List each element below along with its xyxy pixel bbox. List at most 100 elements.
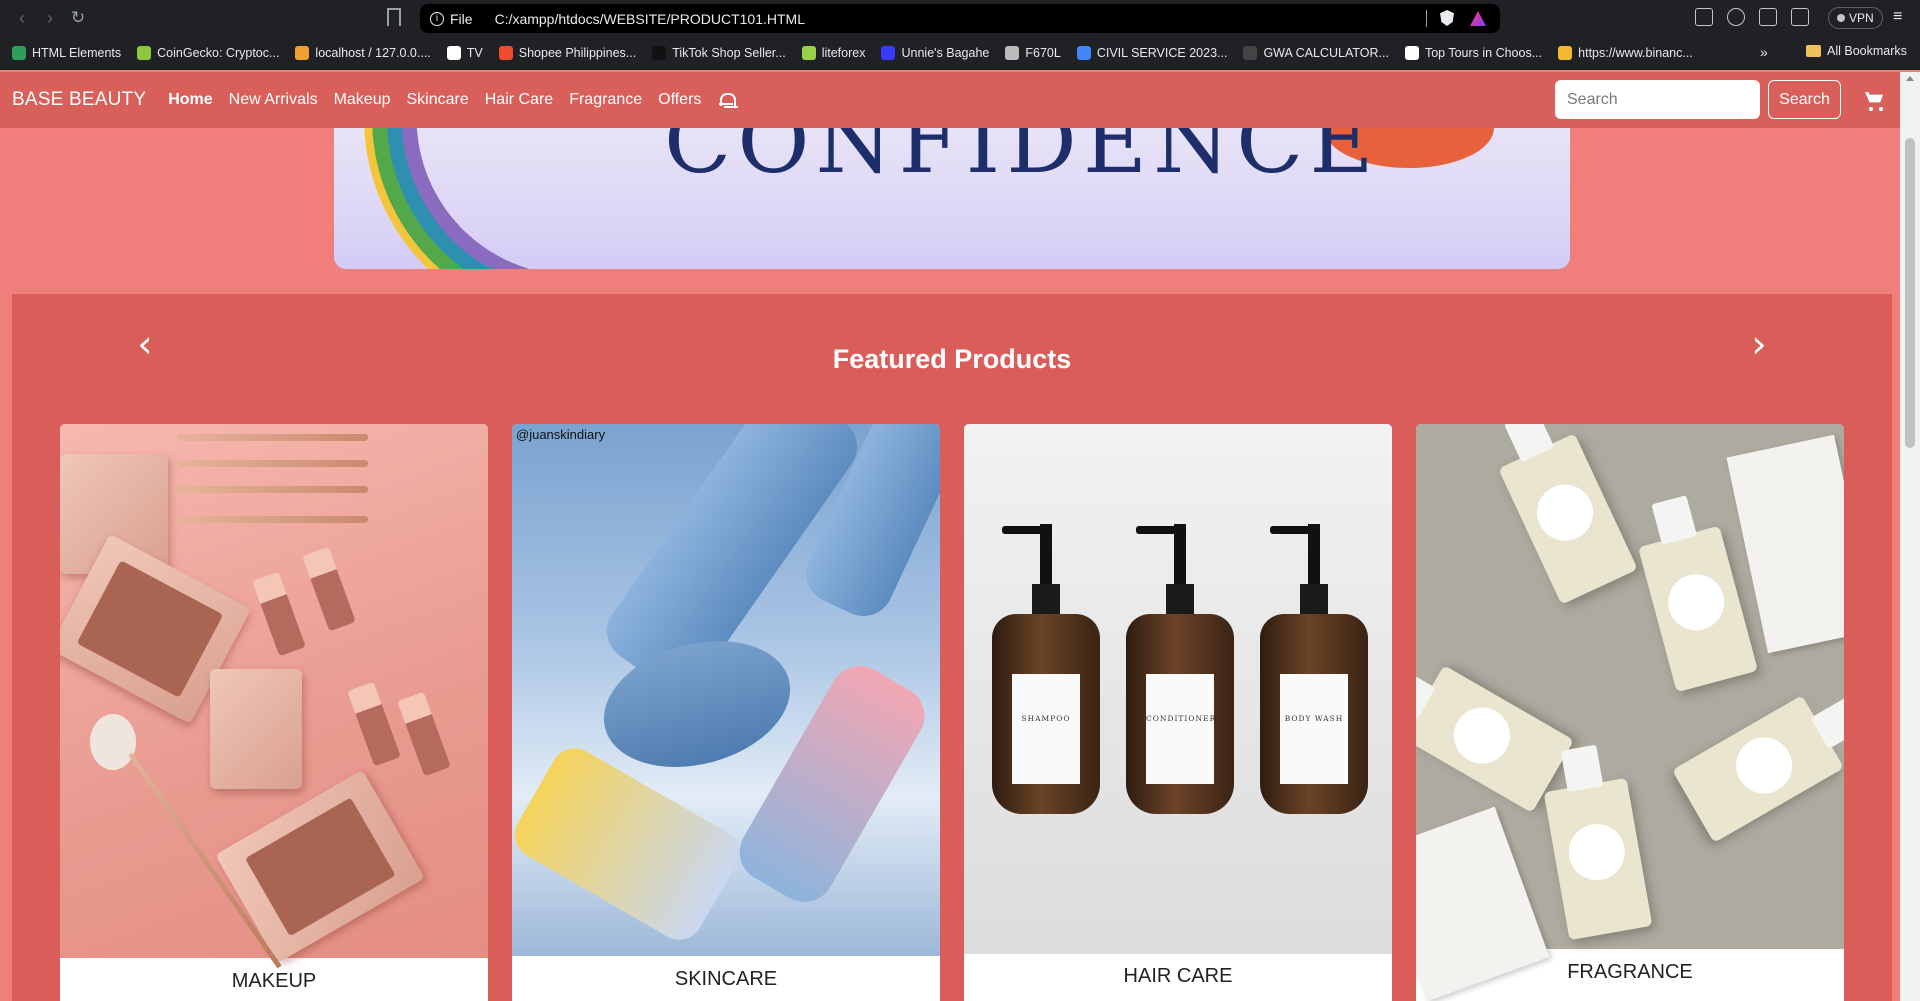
address-bar[interactable]: i File C:/xampp/htdocs/WEBSITE/PRODUCT10… (420, 4, 1500, 33)
extension-icons (1695, 8, 1809, 26)
bookmark-item[interactable]: Top Tours in Choos... (1404, 46, 1543, 60)
bookmark-label: TV (466, 46, 483, 60)
makeup-label[interactable]: MAKEUP (60, 970, 488, 993)
bookmark-label: GWA CALCULATOR... (1263, 46, 1389, 60)
bookmark-item[interactable]: localhost / 127.0.0.... (295, 46, 431, 60)
product-card-fragrance[interactable]: FRAGRANCE (1416, 424, 1844, 1001)
hair-care-image[interactable]: SHAMPOO CONDITIONER BODY WASH (964, 424, 1392, 954)
skincare-watermark: @juanskindiary (516, 427, 606, 442)
bookmark-favicon-icon (881, 46, 896, 60)
nav-new-arrivals[interactable]: New Arrivals (221, 91, 326, 109)
product-card-hair-care[interactable]: SHAMPOO CONDITIONER BODY WASH HAIR CARE (964, 424, 1392, 1001)
cart-icon[interactable] (1865, 92, 1883, 103)
folder-icon (1806, 45, 1821, 57)
brand-logo[interactable]: BASE BEAUTY (12, 89, 146, 111)
media-icon[interactable] (1727, 8, 1745, 26)
bookmark-label: CIVIL SERVICE 2023... (1096, 46, 1228, 60)
bookmark-item[interactable]: Unnie's Bagahe (881, 46, 989, 60)
vpn-icon (1837, 14, 1845, 22)
hero-headline: CONFIDENCE (664, 128, 1380, 193)
bookmark-favicon-icon (137, 46, 152, 60)
bookmark-item[interactable]: TV (446, 46, 483, 60)
nav-fragrance[interactable]: Fragrance (561, 91, 650, 109)
bookmark-item[interactable]: CIVIL SERVICE 2023... (1076, 46, 1228, 60)
bookmark-label: Top Tours in Choos... (1424, 46, 1543, 60)
makeup-image[interactable] (60, 424, 488, 969)
brave-rewards-icon[interactable] (1470, 11, 1486, 26)
fragrance-image[interactable] (1416, 424, 1844, 1001)
bookmark-item[interactable]: liteforex (801, 46, 866, 60)
bookmark-label: TikTok Shop Seller... (672, 46, 786, 60)
forward-icon[interactable]: › (36, 4, 64, 32)
bookmark-favicon-icon (1005, 46, 1020, 60)
bookmark-favicon-icon (801, 46, 816, 60)
site-info[interactable]: i File (430, 11, 473, 27)
bookmark-item[interactable]: TikTok Shop Seller... (652, 46, 786, 60)
extensions-icon[interactable] (1695, 8, 1713, 26)
browser-toolbar: ‹ › ↻ i File C:/xampp/htdocs/WEBSITE/PRO… (0, 0, 1920, 36)
page-scrollbar[interactable] (1900, 72, 1920, 1001)
bookmark-favicon-icon (1558, 46, 1573, 60)
bookmark-label: https://www.binanc... (1578, 46, 1693, 60)
bookmark-favicon-icon (498, 46, 513, 60)
bookmark-favicon-icon (12, 46, 26, 60)
cart-wheels (1869, 107, 1883, 111)
hair-care-label[interactable]: HAIR CARE (964, 965, 1392, 988)
all-bookmarks-button[interactable]: All Bookmarks (1806, 44, 1907, 58)
brave-shield-icon[interactable] (1440, 10, 1454, 26)
featured-products-section: ‹ › Featured Products MAKEUP @juanskindi… (12, 294, 1892, 1001)
nav-makeup[interactable]: Makeup (326, 91, 399, 109)
more-bookmarks-icon[interactable]: » (1760, 44, 1768, 60)
nav-links: Home New Arrivals Makeup Skincare Hair C… (160, 91, 709, 109)
nav-offers[interactable]: Offers (650, 91, 709, 109)
sidebar-icon[interactable] (1759, 8, 1777, 26)
bookmark-favicon-icon (295, 46, 310, 60)
bookmark-item[interactable]: HTML Elements (12, 46, 121, 60)
bookmark-favicon-icon (1243, 46, 1258, 60)
bookmark-page-icon[interactable] (387, 8, 401, 26)
hero-banner: CONFIDENCE (334, 128, 1570, 269)
bell-icon[interactable] (719, 92, 737, 108)
reload-icon[interactable]: ↻ (64, 4, 92, 32)
product-card-skincare[interactable]: @juanskindiary SKINCARE (512, 424, 940, 1001)
skincare-label[interactable]: SKINCARE (512, 968, 940, 991)
bookmark-item[interactable]: Shopee Philippines... (498, 46, 637, 60)
bookmark-label: Shopee Philippines... (518, 46, 637, 60)
bookmark-label: Unnie's Bagahe (901, 46, 990, 60)
fragrance-label[interactable]: FRAGRANCE (1416, 961, 1844, 984)
bookmark-item[interactable]: F670L (1005, 46, 1061, 60)
info-icon: i (430, 11, 444, 26)
all-bookmarks-label: All Bookmarks (1827, 44, 1907, 58)
nav-skincare[interactable]: Skincare (398, 91, 476, 109)
back-icon[interactable]: ‹ (8, 4, 36, 32)
wallet-icon[interactable] (1791, 8, 1809, 26)
bookmarks-bar: HTML Elements CoinGecko: Cryptoc... localh… (0, 36, 1920, 70)
body-wash-bottle: BODY WASH (1260, 524, 1368, 814)
bookmark-favicon-icon (1404, 46, 1419, 60)
bookmark-item[interactable]: https://www.binanc... (1558, 46, 1693, 60)
address-divider (1426, 10, 1427, 27)
bookmark-label: HTML Elements (32, 46, 122, 60)
url-text[interactable]: C:/xampp/htdocs/WEBSITE/PRODUCT101.HTML (495, 11, 805, 27)
menu-icon[interactable]: ≡ (1893, 8, 1902, 26)
bookmark-label: liteforex (821, 46, 866, 60)
bookmark-label: CoinGecko: Cryptoc... (157, 46, 280, 60)
search-button[interactable]: Search (1768, 80, 1841, 119)
vpn-label: VPN (1849, 11, 1874, 25)
search-input[interactable] (1555, 80, 1760, 119)
scrollbar-thumb[interactable] (1905, 138, 1915, 448)
featured-title: Featured Products (832, 344, 1072, 374)
conditioner-bottle: CONDITIONER (1126, 524, 1234, 814)
bookmark-label: localhost / 127.0.0.... (315, 46, 431, 60)
bookmark-label: F670L (1025, 46, 1061, 60)
vpn-button[interactable]: VPN (1828, 7, 1883, 29)
nav-home[interactable]: Home (160, 91, 220, 109)
bookmark-item[interactable]: GWA CALCULATOR... (1243, 46, 1389, 60)
product-card-makeup[interactable]: MAKEUP (60, 424, 488, 1001)
nav-hair-care[interactable]: Hair Care (477, 91, 561, 109)
bookmark-favicon-icon (446, 46, 461, 60)
scroll-up-icon[interactable] (1906, 76, 1914, 81)
bookmark-item[interactable]: CoinGecko: Cryptoc... (137, 46, 279, 60)
skincare-image[interactable]: @juanskindiary (512, 424, 940, 956)
site-info-label: File (450, 10, 473, 27)
